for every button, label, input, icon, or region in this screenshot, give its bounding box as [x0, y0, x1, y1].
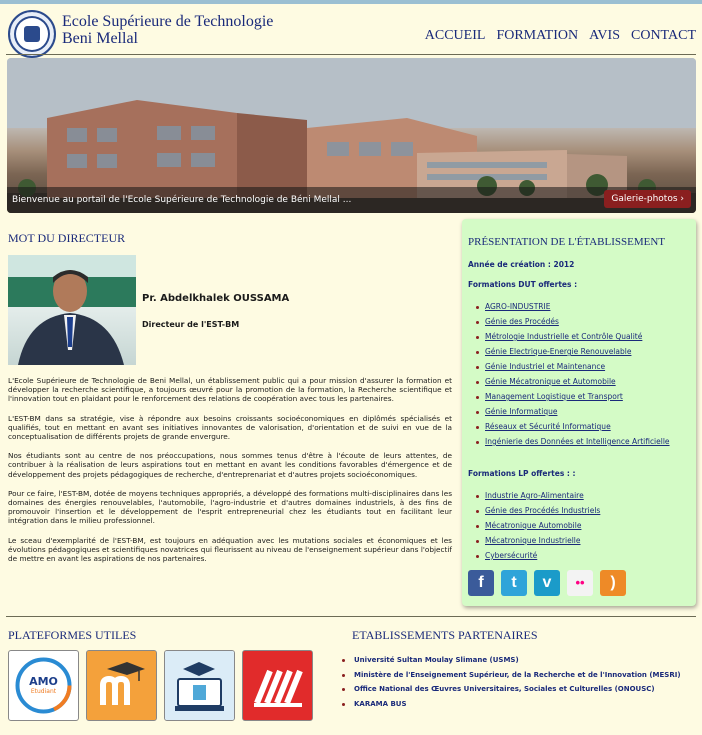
dut-link[interactable]: Génie Electrique-Energie Renouvelable: [476, 347, 685, 357]
dut-link[interactable]: Génie Industriel et Maintenance: [476, 362, 685, 372]
creation-year: Année de création : 2012: [468, 260, 575, 269]
director-name: Pr. Abdelkhalek OUSSAMA: [142, 293, 290, 304]
partners-list: Université Sultan Moulay Slimane (USMS) …: [342, 656, 681, 714]
amo-label: AMO: [29, 675, 58, 688]
partner-link[interactable]: Ministère de l'Enseignement Supérieur, d…: [342, 671, 681, 680]
partners-title: ETABLISSEMENTS PARTENAIRES: [352, 628, 538, 642]
dut-link[interactable]: AGRO-INDUSTRIE: [476, 302, 685, 312]
site-header: Ecole Supérieure de Technologie Beni Mel…: [0, 4, 702, 58]
platform-links: AMO Etudiant: [8, 650, 313, 721]
lp-list: Industrie Agro-Alimentaire Génie des Pro…: [476, 491, 685, 566]
elearning-platform-tile[interactable]: [164, 650, 235, 721]
lp-link[interactable]: Mécatronique Industrielle: [476, 536, 685, 546]
school-name[interactable]: Ecole Supérieure de Technologie Beni Mel…: [62, 13, 273, 47]
twitter-icon[interactable]: t: [501, 570, 527, 596]
dut-link[interactable]: Génie des Procédés: [476, 317, 685, 327]
facebook-icon[interactable]: f: [468, 570, 494, 596]
nav-avis[interactable]: AVIS: [589, 28, 620, 44]
header-divider: [6, 54, 696, 55]
dut-list: AGRO-INDUSTRIE Génie des Procédés Métrol…: [476, 302, 685, 452]
banner-caption: Bienvenue au portail de l'Ecole Supérieu…: [12, 195, 352, 205]
dut-link[interactable]: Génie Mécatronique et Automobile: [476, 377, 685, 387]
flickr-icon[interactable]: ••: [567, 570, 593, 596]
rss-icon[interactable]: ): [600, 570, 626, 596]
amo-platform-tile[interactable]: AMO Etudiant: [8, 650, 79, 721]
vimeo-icon[interactable]: v: [534, 570, 560, 596]
nav-formation[interactable]: FORMATION: [496, 28, 578, 44]
message-paragraph: L'Ecole Supérieure de Technologie de Ben…: [8, 376, 452, 404]
presentation-panel: PRÉSENTATION DE L'ÉTABLISSEMENT Année de…: [462, 219, 696, 606]
lp-link[interactable]: Mécatronique Automobile: [476, 521, 685, 531]
message-paragraph: Nos étudiants sont au centre de nos préo…: [8, 451, 452, 479]
nav-accueil[interactable]: ACCUEIL: [425, 28, 486, 44]
director-photo: [8, 255, 136, 365]
partner-link[interactable]: Université Sultan Moulay Slimane (USMS): [342, 656, 681, 665]
message-paragraph: Pour ce faire, l'EST-BM, dotée de moyens…: [8, 488, 452, 526]
amo-sublabel: Etudiant: [30, 688, 57, 695]
dut-link[interactable]: Génie Informatique: [476, 407, 685, 417]
lp-link[interactable]: Cybersécurité: [476, 551, 685, 561]
graduation-screen-icon: [165, 651, 234, 720]
presentation-title: PRÉSENTATION DE L'ÉTABLISSEMENT: [468, 236, 665, 248]
moodle-logo-icon: [87, 651, 156, 720]
partner-link[interactable]: KARAMA BUS: [342, 700, 681, 709]
dut-heading: Formations DUT offertes :: [468, 280, 578, 289]
dut-link[interactable]: Ingénierie des Données et Intelligence A…: [476, 437, 670, 447]
school-name-line2: Beni Mellal: [62, 30, 138, 47]
gallery-button[interactable]: Galerie-photos ›: [604, 190, 691, 208]
lp-heading: Formations LP offertes : :: [468, 469, 576, 478]
director-portrait: [8, 255, 136, 365]
message-paragraph: Le sceau d'exemplarité de l'EST-BM, est …: [8, 535, 452, 564]
school-logo[interactable]: [8, 10, 56, 58]
moodle-platform-tile[interactable]: [86, 650, 157, 721]
books-icon: [243, 651, 312, 720]
partner-link[interactable]: Office National des Œuvres Universitaire…: [342, 685, 681, 694]
hero-banner: Bienvenue au portail de l'Ecole Supérieu…: [7, 58, 696, 213]
school-name-line1: Ecole Supérieure de Technologie: [62, 13, 274, 30]
nav-contact[interactable]: CONTACT: [631, 28, 696, 44]
platforms-title: PLATEFORMES UTILES: [8, 628, 137, 642]
director-role: Directeur de l'EST-BM: [142, 320, 240, 329]
message-paragraph: L'EST-BM dans sa stratégie, vise à répon…: [8, 413, 452, 442]
footer-divider: [6, 616, 696, 617]
director-message: L'Ecole Supérieure de Technologie de Ben…: [8, 376, 452, 573]
lp-link[interactable]: Industrie Agro-Alimentaire: [476, 491, 685, 501]
lp-link[interactable]: Génie des Procédés Industriels: [476, 506, 685, 516]
social-links: f t v •• ): [468, 570, 626, 596]
library-platform-tile[interactable]: [242, 650, 313, 721]
director-section-title: MOT DU DIRECTEUR: [8, 231, 126, 245]
dut-link[interactable]: Management Logistique et Transport: [476, 392, 685, 402]
dut-link[interactable]: Réseaux et Sécurité Informatique: [476, 422, 685, 432]
dut-link[interactable]: Métrologie Industrielle et Contrôle Qual…: [476, 332, 685, 342]
main-nav: ACCUEIL FORMATION AVIS CONTACT: [425, 28, 696, 44]
